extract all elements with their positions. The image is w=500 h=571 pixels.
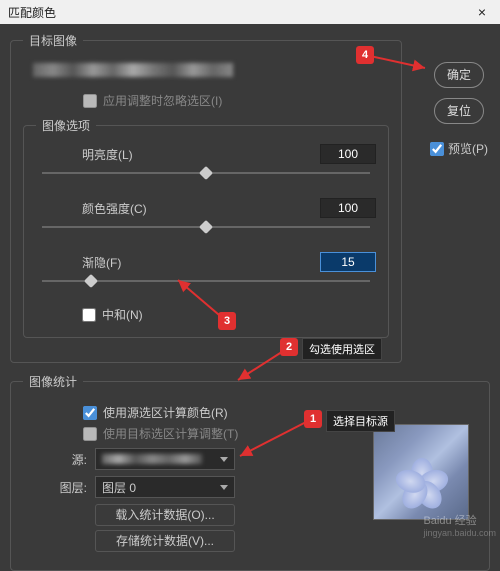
brightness-slider[interactable] (42, 168, 370, 180)
image-stats-group: 图像统计 使用源选区计算颜色(R) 使用目标选区计算调整(T) 源: 图层: 图… (10, 373, 490, 571)
use-source-selection-checkbox[interactable] (83, 406, 97, 420)
ignore-selection-label: 应用调整时忽略选区(I) (103, 92, 222, 109)
titlebar: 匹配颜色 × (0, 0, 500, 24)
target-image-group: 目标图像 应用调整时忽略选区(I) 图像选项 明亮度(L) 100 颜色强度(C… (10, 32, 402, 363)
layer-label: 图层: (23, 479, 87, 496)
image-options-group: 图像选项 明亮度(L) 100 颜色强度(C) 100 (23, 117, 389, 338)
use-target-selection-checkbox (83, 427, 97, 441)
target-filename-blurred (33, 63, 233, 77)
layer-select-value: 图层 0 (102, 479, 136, 496)
preview-label: 预览(P) (448, 140, 488, 157)
image-options-legend: 图像选项 (36, 117, 96, 134)
brightness-value[interactable]: 100 (320, 144, 376, 164)
neutralize-checkbox[interactable] (82, 308, 96, 322)
intensity-label: 颜色强度(C) (36, 200, 166, 217)
fade-value[interactable]: 15 (320, 252, 376, 272)
ignore-selection-checkbox (83, 94, 97, 108)
neutralize-label: 中和(N) (102, 306, 143, 323)
brightness-label: 明亮度(L) (36, 146, 166, 163)
window-title: 匹配颜色 (8, 4, 472, 21)
image-stats-legend: 图像统计 (23, 373, 83, 390)
fade-slider[interactable] (42, 276, 370, 288)
close-icon[interactable]: × (472, 4, 492, 20)
ok-button[interactable]: 确定 (434, 62, 484, 88)
target-image-legend: 目标图像 (23, 32, 83, 49)
intensity-slider[interactable] (42, 222, 370, 234)
save-stats-button[interactable]: 存储统计数据(V)... (95, 530, 235, 552)
annotation-1-label: 选择目标源 (326, 410, 395, 432)
load-stats-button[interactable]: 载入统计数据(O)... (95, 504, 235, 526)
layer-select[interactable]: 图层 0 (95, 476, 235, 498)
reset-button[interactable]: 复位 (434, 98, 484, 124)
source-select[interactable] (95, 448, 235, 470)
source-thumbnail (373, 424, 469, 520)
chevron-down-icon (220, 485, 228, 490)
annotation-2-label: 勾选使用选区 (302, 338, 382, 360)
chevron-down-icon (220, 457, 228, 462)
fade-label: 渐隐(F) (36, 254, 166, 271)
use-target-selection-label: 使用目标选区计算调整(T) (103, 425, 238, 442)
preview-checkbox[interactable] (430, 142, 444, 156)
source-label: 源: (23, 451, 87, 468)
use-source-selection-label: 使用源选区计算颜色(R) (103, 404, 228, 421)
intensity-value[interactable]: 100 (320, 198, 376, 218)
watermark: Baidu 经验 jingyan.baidu.com (423, 512, 496, 538)
